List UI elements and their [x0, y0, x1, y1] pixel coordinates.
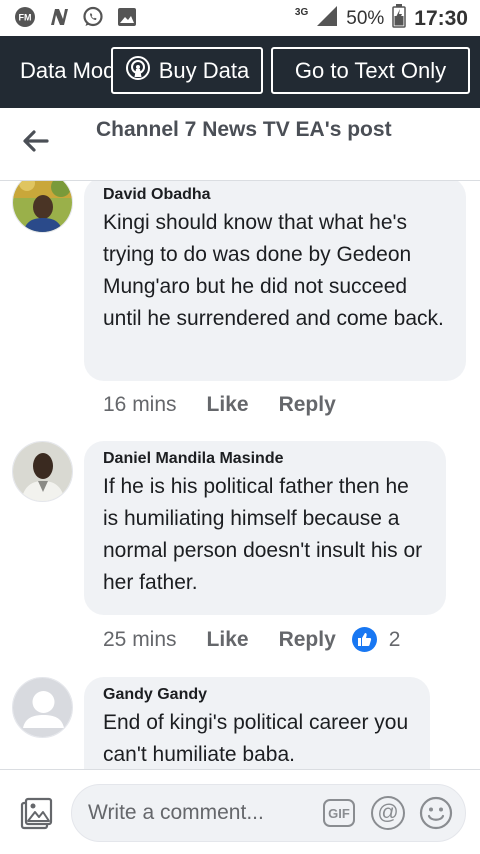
battery-icon: [392, 4, 407, 33]
emoji-button[interactable]: [419, 796, 453, 830]
text-only-button[interactable]: Go to Text Only: [271, 47, 470, 94]
comment-bubble[interactable]: Gandy Gandy End of kingi's political car…: [84, 677, 430, 769]
comment-author[interactable]: Daniel Mandila Masinde: [103, 449, 427, 469]
comment-actions: 16 mins Like Reply: [103, 393, 336, 417]
comment-text: Kingi should know that what he's trying …: [103, 211, 444, 330]
signal-icon: [316, 5, 338, 32]
page-title: Channel 7 News TV EA's post: [96, 118, 392, 141]
status-bar: FM 3G 50% 17:30: [0, 0, 480, 36]
comment-bubble[interactable]: David Obadha Kingi should know that what…: [84, 181, 466, 381]
buy-data-label: Buy Data: [158, 57, 250, 83]
comment-input-box[interactable]: GIF @: [71, 784, 466, 842]
fm-radio-icon: FM: [14, 6, 36, 28]
reaction-number: 2: [388, 627, 401, 651]
like-button[interactable]: Like: [207, 628, 249, 652]
reply-button[interactable]: Reply: [279, 393, 336, 417]
comment-text: If he is his political father then he is…: [103, 475, 423, 594]
comment-time: 16 mins: [103, 393, 177, 416]
gif-button[interactable]: GIF: [323, 799, 355, 827]
text-only-label: Go to Text Only: [294, 57, 447, 83]
battery-percentage: 50%: [346, 7, 385, 29]
gallery-icon: [116, 6, 138, 28]
notification-icons: FM: [14, 6, 138, 28]
system-status: 3G 50% 17:30: [295, 4, 468, 33]
comment-actions: 25 mins Like Reply 2: [103, 627, 400, 652]
mention-button[interactable]: @: [371, 796, 405, 830]
like-reaction-icon: [351, 627, 377, 652]
post-header: Channel 7 News TV EA's post: [0, 108, 480, 181]
comment-input[interactable]: [88, 785, 318, 841]
broadcast-icon: [125, 55, 151, 87]
comment-text: End of kingi's political career you can'…: [103, 711, 409, 766]
svg-text:FM: FM: [19, 13, 32, 23]
buy-data-button[interactable]: Buy Data: [111, 47, 263, 94]
comment-author[interactable]: Gandy Gandy: [103, 685, 411, 705]
n-notification-icon: [48, 6, 70, 28]
data-mode-banner: Data Mode Buy Data Go to Text Only: [0, 36, 480, 108]
avatar[interactable]: [12, 677, 73, 738]
photo-icon: [18, 797, 54, 836]
reaction-count[interactable]: 2: [351, 627, 401, 652]
reply-button[interactable]: Reply: [279, 628, 336, 652]
network-type: 3G: [294, 7, 309, 18]
like-button[interactable]: Like: [207, 393, 249, 417]
comment-time: 25 mins: [103, 627, 177, 651]
whatsapp-icon: [82, 6, 104, 28]
avatar[interactable]: [12, 181, 73, 233]
add-photo-button[interactable]: [18, 796, 54, 832]
comments-list: David Obadha Kingi should know that what…: [0, 181, 480, 769]
comment-bubble[interactable]: Daniel Mandila Masinde If he is his poli…: [84, 441, 446, 615]
clock: 17:30: [414, 6, 468, 30]
smiley-icon: [419, 796, 453, 834]
back-button[interactable]: [18, 128, 54, 158]
comment-composer: GIF @: [0, 769, 480, 854]
avatar[interactable]: [12, 441, 73, 502]
arrow-left-icon: [23, 129, 49, 157]
comment-author[interactable]: David Obadha: [103, 185, 447, 205]
